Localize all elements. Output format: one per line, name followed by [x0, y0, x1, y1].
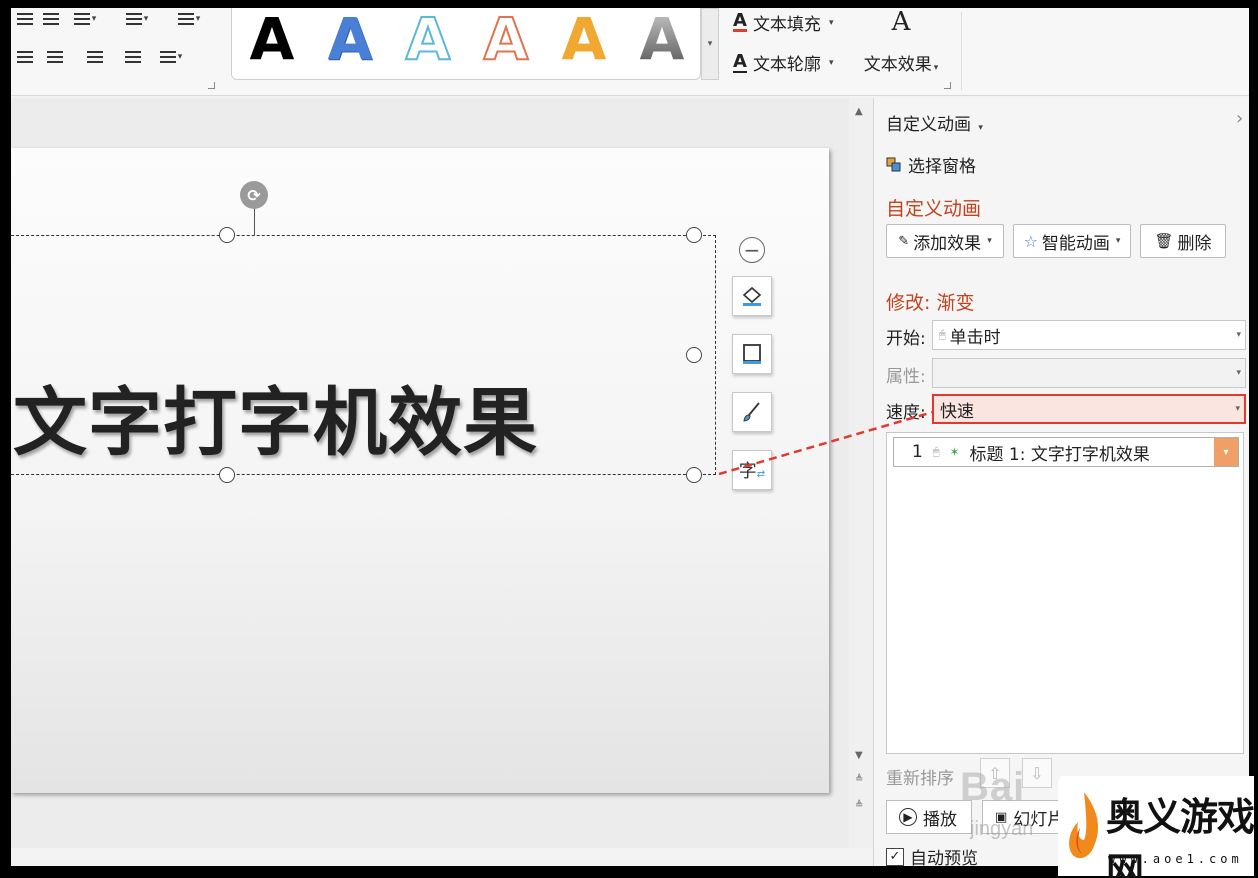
resize-handle-bottom-right[interactable]	[686, 467, 702, 483]
start-label: 开始:	[886, 329, 926, 349]
indent-button[interactable]	[119, 46, 147, 68]
selection-pane-link[interactable]: 选择窗格	[886, 152, 976, 177]
shape-fill-button[interactable]	[732, 276, 772, 316]
text-style-gold[interactable]: A	[554, 8, 614, 70]
modify-title: 修改: 渐变	[886, 292, 975, 314]
next-slide-icon[interactable]: ≜	[855, 800, 863, 811]
text-outline-button[interactable]: A 文本轮廓 ▾	[733, 50, 833, 75]
rotate-stem	[254, 209, 255, 235]
gallery-more-button[interactable]: ▾	[701, 8, 719, 80]
slide[interactable]: ⟳ 文字打字机效果 − 字⇄	[11, 148, 829, 793]
jingyan-watermark: jingyan	[970, 818, 1034, 840]
property-label: 属性:	[886, 367, 926, 387]
item-dropdown-icon[interactable]: ▾	[1214, 438, 1238, 466]
animation-item-label: 标题 1: 文字打字机效果	[969, 444, 1150, 465]
animation-item[interactable]: 1 🖱 ✶ 标题 1: 文字打字机效果 ▾	[893, 437, 1239, 467]
section-title: 自定义动画	[886, 198, 982, 220]
ribbon-separator	[961, 12, 962, 90]
resize-handle-right[interactable]	[686, 347, 702, 363]
slide-title[interactable]: 文字打字机效果	[13, 373, 538, 473]
text-effect-button[interactable]: A 文本效果 ▾	[856, 8, 946, 80]
start-select[interactable]: 🖱 单击时 ▾	[932, 320, 1246, 350]
text-style-blue[interactable]: A	[320, 8, 380, 70]
scroll-up-icon[interactable]: ▲	[855, 106, 863, 117]
shape-outline-button[interactable]	[732, 334, 772, 374]
move-down-button[interactable]: ⇩	[1022, 758, 1052, 788]
align-justify-button[interactable]	[11, 46, 39, 68]
font-launcher-icon[interactable]	[944, 82, 951, 89]
text-effect-icon: A	[891, 8, 911, 37]
text-fill-icon: A	[733, 10, 747, 32]
pane-header[interactable]: 自定义动画 ▾	[886, 110, 983, 135]
flame-logo-icon	[1069, 792, 1099, 859]
rotate-handle-icon[interactable]: ⟳	[240, 181, 268, 209]
brush-icon	[743, 402, 760, 422]
text-fill-button[interactable]: A 文本填充 ▾	[733, 10, 833, 35]
app-window: ▾ ▾ ▾ ▾ A A A A A A ▾ A 文本填充 ▾ A 文本轮廓 ▾	[11, 8, 1249, 866]
text-style-outline-orange[interactable]: A	[476, 8, 536, 71]
property-select: ▾	[932, 358, 1246, 388]
distribute-button[interactable]	[41, 46, 69, 68]
paragraph-spacing-button[interactable]: ▾	[157, 46, 185, 68]
numbering-button[interactable]	[37, 8, 65, 30]
fill-bucket-icon	[742, 286, 762, 306]
site-logo: 奥义游戏网 www.aoe1.com	[1058, 776, 1255, 878]
text-fill-label: 文本填充	[752, 15, 821, 35]
text-style-black[interactable]: A	[242, 8, 302, 70]
text-direction-button[interactable]: ▾	[175, 8, 203, 30]
reorder-label: 重新排序	[886, 769, 954, 789]
baidu-watermark: Bai	[960, 765, 1026, 809]
delete-button[interactable]: 🗑 删除	[1140, 224, 1226, 258]
paragraph-group: ▾ ▾ ▾ ▾	[11, 8, 226, 92]
resize-handle-top-right[interactable]	[686, 227, 702, 243]
columns-button[interactable]: ▾	[71, 8, 99, 30]
text-style-gray[interactable]: A	[632, 8, 692, 70]
play-icon: ▶	[899, 808, 917, 826]
auto-preview-checkbox[interactable]: ✓ 自动预览	[886, 844, 978, 866]
text-effect-label: 文本效果	[863, 55, 932, 75]
outline-square-icon	[743, 344, 761, 364]
prev-slide-icon[interactable]: ≜	[855, 774, 863, 785]
text-outline-label: 文本轮廓	[752, 55, 821, 75]
speed-label: 速度:	[886, 403, 926, 423]
logo-url: www.aoe1.com	[1108, 852, 1243, 866]
line-list-button[interactable]: ▾	[123, 8, 151, 30]
mouse-icon: 🖱	[939, 328, 946, 341]
slide-canvas: ⟳ 文字打字机效果 − 字⇄	[11, 98, 849, 848]
animation-index: 1	[912, 442, 923, 462]
canvas-scrollbar[interactable]: ▲ ▼ ≜ ≜	[849, 98, 873, 848]
bullets-button[interactable]	[11, 8, 39, 30]
text-wrap-icon: 字⇄	[738, 461, 766, 482]
checkbox-checked-icon: ✓	[886, 847, 904, 866]
effect-star-icon: ✶	[949, 445, 960, 459]
line-spacing-button[interactable]	[81, 46, 109, 68]
scroll-down-icon[interactable]: ▼	[855, 750, 863, 761]
selection-pane-icon	[886, 157, 901, 171]
paragraph-launcher-icon[interactable]	[208, 82, 215, 89]
text-outline-icon: A	[733, 50, 747, 73]
text-wrap-button[interactable]: 字⇄	[732, 450, 772, 490]
pane-collapse-icon[interactable]: ›	[1236, 108, 1243, 129]
format-brush-button[interactable]	[732, 392, 772, 432]
smart-animation-button[interactable]: ☆ 智能动画 ▾	[1013, 224, 1131, 258]
trash-icon: 🗑	[1154, 232, 1174, 250]
star-icon: ☆	[1023, 231, 1038, 251]
collapse-toolbar-icon[interactable]: −	[739, 237, 765, 263]
custom-animation-pane: 自定义动画 ▾ › 选择窗格 自定义动画 ✎ 添加效果 ▾ ☆ 智能动画 ▾ 🗑 删…	[873, 98, 1249, 866]
mouse-icon: 🖱	[932, 445, 940, 458]
pencil-icon: ✎	[898, 233, 910, 249]
speed-select[interactable]: 快速 ▾	[932, 394, 1246, 424]
ribbon: ▾ ▾ ▾ ▾ A A A A A A ▾ A 文本填充 ▾ A 文本轮廓 ▾	[11, 8, 1249, 96]
text-style-outline-blue[interactable]: A	[398, 8, 458, 71]
animation-list: 1 🖱 ✶ 标题 1: 文字打字机效果 ▾	[886, 432, 1244, 754]
add-effect-button[interactable]: ✎ 添加效果 ▾	[886, 224, 1004, 258]
text-styles-gallery: A A A A A A	[231, 8, 701, 80]
resize-handle-top[interactable]	[219, 227, 235, 243]
